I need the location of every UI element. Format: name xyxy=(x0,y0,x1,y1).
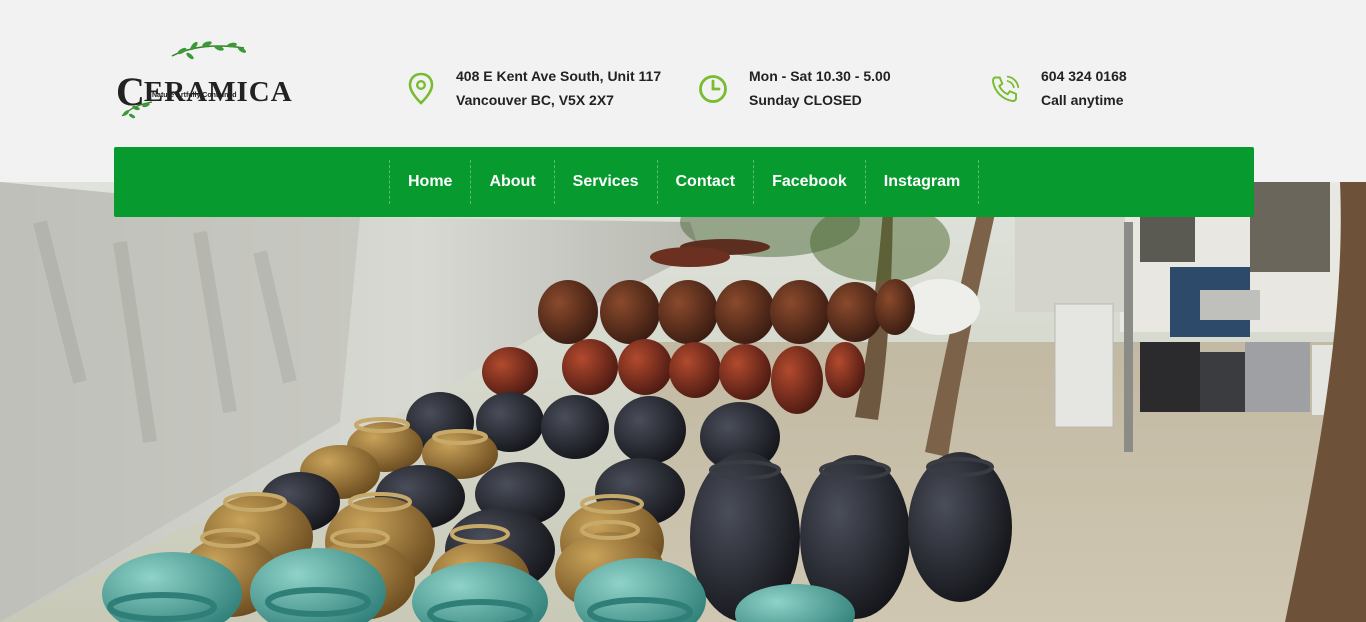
phone-caption: Call anytime xyxy=(1041,92,1124,108)
logo-wordmark: CERAMICA xyxy=(116,69,293,114)
hours-line-1: Mon - Sat 10.30 - 5.00 xyxy=(749,68,891,84)
nav-item-services[interactable]: Services xyxy=(555,160,658,204)
pottery-yard-photo xyxy=(0,182,1366,622)
map-pin-icon xyxy=(408,72,434,105)
hours-line-2: Sunday CLOSED xyxy=(749,92,862,108)
nav-item-contact[interactable]: Contact xyxy=(658,160,755,204)
nav-item-home[interactable]: Home xyxy=(390,160,472,204)
phone-number[interactable]: 604 324 0168 xyxy=(1041,68,1127,84)
address-line-2: Vancouver BC, V5X 2X7 xyxy=(456,92,614,108)
site-logo[interactable]: CERAMICA Nature Artfully Contained xyxy=(112,38,292,122)
clock-icon xyxy=(699,75,727,103)
phone-block[interactable]: 604 324 0168 Call anytime xyxy=(990,64,1150,114)
nav-list: Home About Services Contact Facebook Ins… xyxy=(389,160,980,204)
address-line-1: 408 E Kent Ave South, Unit 117 xyxy=(456,68,662,84)
logo-tagline: Nature Artfully Contained xyxy=(152,92,237,99)
hours-block: Mon - Sat 10.30 - 5.00 Sunday CLOSED xyxy=(698,64,908,114)
nav-item-instagram[interactable]: Instagram xyxy=(866,160,980,204)
nav-item-about[interactable]: About xyxy=(471,160,555,204)
phone-icon xyxy=(992,75,1020,102)
hero-image xyxy=(0,182,1366,622)
nav-item-facebook[interactable]: Facebook xyxy=(754,160,866,204)
address-block: 408 E Kent Ave South, Unit 117 Vancouver… xyxy=(408,64,678,114)
main-nav: Home About Services Contact Facebook Ins… xyxy=(114,147,1254,217)
